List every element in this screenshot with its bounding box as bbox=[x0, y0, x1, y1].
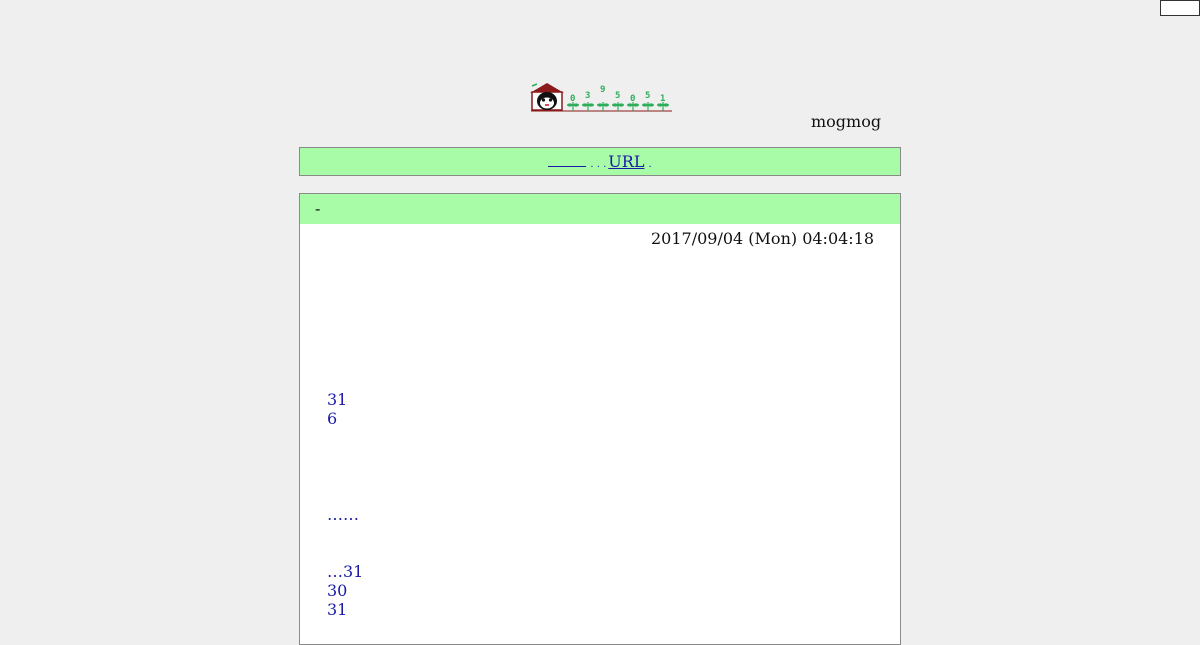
nav-home-link[interactable] bbox=[548, 148, 587, 167]
blog-logo[interactable]: 0395051 bbox=[528, 80, 674, 114]
sprout-icon bbox=[567, 102, 579, 111]
entry-body: 31 6 …… …31 30 31 bbox=[327, 390, 363, 619]
sprout-icon bbox=[597, 102, 609, 111]
sprout-icon bbox=[627, 102, 639, 111]
sprout-icon bbox=[657, 102, 669, 111]
nav-tail-dot: . bbox=[648, 159, 652, 170]
entry-spacer bbox=[327, 428, 363, 505]
entry-line: 30 bbox=[327, 581, 348, 600]
nav-separator: . . . bbox=[590, 159, 607, 170]
sprout-icon bbox=[612, 102, 624, 111]
entry-line: …… bbox=[327, 505, 359, 524]
entry-spacer bbox=[327, 524, 363, 562]
nav-bar: . . . URL. bbox=[299, 147, 901, 176]
nav-url-link[interactable]: URL bbox=[608, 152, 644, 171]
counter-digit: 5 bbox=[611, 80, 626, 111]
entry-line: 6 bbox=[327, 409, 338, 428]
counter-digit: 9 bbox=[596, 80, 611, 111]
blog-entry: - 2017/09/04 (Mon) 04:04:18 31 6 …… …31 … bbox=[299, 193, 901, 645]
entry-date: 2017/09/04 (Mon) 04:04:18 bbox=[651, 229, 875, 248]
counter-digit: 5 bbox=[641, 80, 656, 111]
top-right-input-box[interactable] bbox=[1160, 0, 1200, 16]
counter-digit: 0 bbox=[626, 80, 641, 111]
entry-line: 31 bbox=[327, 390, 348, 409]
sprout-icon bbox=[642, 102, 654, 111]
entry-line: …31 bbox=[327, 562, 364, 581]
counter-digit-value: 9 bbox=[600, 85, 606, 95]
counter-digit: 3 bbox=[581, 80, 596, 111]
counter-digit: 0 bbox=[566, 80, 581, 111]
visitor-counter: 0395051 bbox=[566, 80, 672, 111]
counter-digit: 1 bbox=[656, 80, 671, 111]
entry-title: - bbox=[300, 194, 900, 224]
entry-line: 31 bbox=[327, 600, 348, 619]
blog-owner-name: mogmog bbox=[811, 112, 882, 131]
sprout-icon bbox=[582, 102, 594, 111]
